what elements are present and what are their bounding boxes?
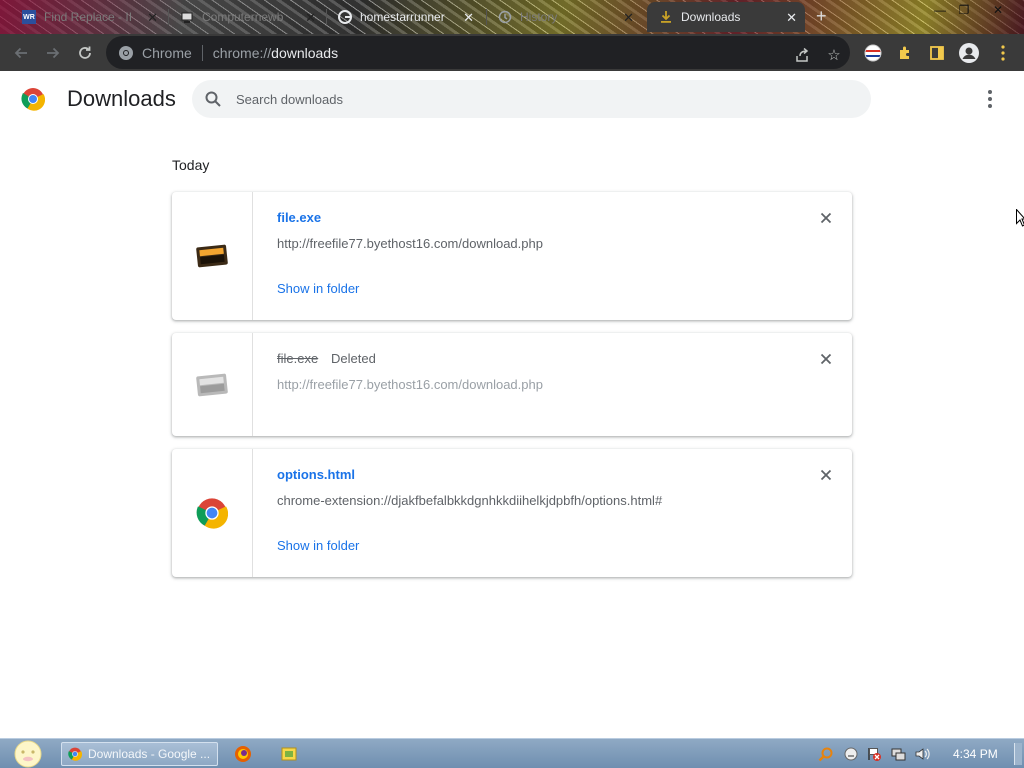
tab-label: History: [520, 10, 558, 24]
back-button[interactable]: [6, 34, 36, 71]
start-orb-icon: [14, 740, 42, 768]
flag-icon: [864, 44, 882, 61]
tab-label: Computernewb: [202, 10, 284, 24]
download-source-url[interactable]: chrome-extension://djakfbefalbkkdgnhkkdi…: [277, 493, 662, 508]
search-icon: [205, 91, 221, 107]
taskbar-clock: 4:34 PM: [953, 747, 998, 761]
close-icon[interactable]: ✕: [147, 10, 158, 26]
wr-icon: WR: [22, 10, 36, 24]
tab-label: Downloads: [681, 10, 741, 24]
download-filename-link[interactable]: options.html: [277, 467, 355, 482]
browser-toolbar: Chrome chrome://downloads ☆: [0, 34, 1024, 71]
chrome-icon: [68, 747, 82, 761]
more-actions-button[interactable]: [980, 87, 1000, 111]
close-icon[interactable]: ✕: [463, 10, 474, 26]
tab-computernewb[interactable]: Computernewb ✕: [172, 2, 324, 32]
download-filename: file.exe: [277, 351, 319, 366]
show-desktop-button[interactable]: [1014, 743, 1022, 765]
puzzle-icon: [900, 46, 909, 59]
close-icon[interactable]: ✕: [623, 10, 634, 26]
chrome-logo-icon: [21, 88, 45, 111]
page-title: Downloads: [67, 86, 176, 111]
show-in-folder-link[interactable]: Show in folder: [277, 281, 359, 296]
arrow-right-icon: [47, 47, 60, 58]
date-heading: Today: [172, 157, 210, 173]
computernewb-icon: [180, 10, 194, 24]
profile-button[interactable]: [954, 34, 984, 71]
firefox-icon[interactable]: [234, 745, 252, 763]
mouse-cursor-icon: [1016, 209, 1024, 227]
url-scheme: chrome://: [212, 44, 272, 61]
network-icon[interactable]: [890, 746, 906, 762]
tab-find-replace[interactable]: WR Find Replace - II ✕: [14, 2, 166, 32]
tab-downloads[interactable]: Downloads ✕: [647, 2, 805, 32]
extension-flag-button[interactable]: [858, 34, 888, 71]
bookmark-star-icon[interactable]: ☆: [824, 45, 844, 65]
search-input[interactable]: [236, 91, 796, 107]
maximize-button[interactable]: ❐: [952, 0, 976, 20]
tab-label: homestarrunner: [360, 10, 445, 24]
taskbar-window-title: Downloads - Google ...: [88, 747, 211, 761]
chrome-site-icon: [119, 45, 133, 60]
address-bar[interactable]: Chrome chrome://downloads ☆: [106, 36, 850, 69]
side-panel-icon: [930, 45, 944, 60]
minimize-button[interactable]: —: [928, 0, 952, 20]
search-box[interactable]: [192, 80, 871, 118]
download-item: options.html chrome-extension://djakfbef…: [172, 449, 852, 577]
chrome-menu-button[interactable]: [988, 34, 1018, 71]
download-source-url[interactable]: http://freefile77.byethost16.com/downloa…: [277, 377, 543, 392]
avatar-icon: [959, 42, 979, 63]
exe-file-icon: [196, 244, 228, 268]
new-tab-button[interactable]: +: [816, 6, 827, 27]
download-status: Deleted: [331, 351, 376, 366]
share-icon[interactable]: [792, 45, 812, 65]
close-icon[interactable]: ✕: [305, 10, 316, 26]
tab-history[interactable]: History ✕: [490, 2, 642, 32]
download-item: file.exe Deleted http://freefile77.byeth…: [172, 333, 852, 436]
site-chip-label: Chrome: [142, 44, 192, 61]
taskbar-chrome-window[interactable]: Downloads - Google ...: [61, 742, 218, 766]
download-filename-link[interactable]: file.exe: [277, 210, 321, 225]
close-icon: [820, 353, 832, 365]
remove-download-button[interactable]: [817, 350, 835, 368]
arrow-left-icon: [14, 47, 27, 58]
downloads-header: Downloads: [0, 71, 1024, 127]
close-icon: [820, 469, 832, 481]
close-icon: [820, 212, 832, 224]
volume-icon[interactable]: [914, 746, 930, 762]
download-source-url[interactable]: http://freefile77.byethost16.com/downloa…: [277, 236, 543, 251]
security-flag-icon[interactable]: [866, 746, 882, 762]
history-icon: [498, 10, 512, 24]
kebab-icon: [1001, 44, 1005, 61]
window-close-button[interactable]: ✕: [986, 0, 1010, 20]
file-manager-icon[interactable]: [280, 745, 298, 763]
exe-file-icon-faded: [196, 373, 228, 396]
show-in-folder-link[interactable]: Show in folder: [277, 538, 359, 553]
extensions-button[interactable]: [890, 34, 920, 71]
tab-label: Find Replace - II: [44, 10, 133, 24]
url-host: downloads: [271, 44, 339, 61]
close-icon[interactable]: ✕: [786, 10, 797, 26]
start-button[interactable]: [8, 739, 48, 768]
reload-icon: [79, 46, 91, 59]
google-icon: [338, 10, 352, 24]
search-tray-icon[interactable]: [818, 746, 834, 762]
side-panel-button[interactable]: [922, 34, 952, 71]
tab-homestarrunner[interactable]: homestarrunner ✕: [330, 2, 482, 32]
emoji-tray-icon[interactable]: [843, 746, 859, 762]
remove-download-button[interactable]: [817, 466, 835, 484]
tab-strip: WR Find Replace - II ✕ Computernewb ✕ ho…: [0, 0, 1024, 34]
download-icon: [659, 10, 673, 24]
download-item: file.exe http://freefile77.byethost16.co…: [172, 192, 852, 320]
reload-button[interactable]: [70, 34, 100, 71]
chrome-icon: [196, 498, 228, 529]
forward-button[interactable]: [38, 34, 68, 71]
remove-download-button[interactable]: [817, 209, 835, 227]
taskbar: Downloads - Google ... 4:34 PM: [0, 738, 1024, 768]
